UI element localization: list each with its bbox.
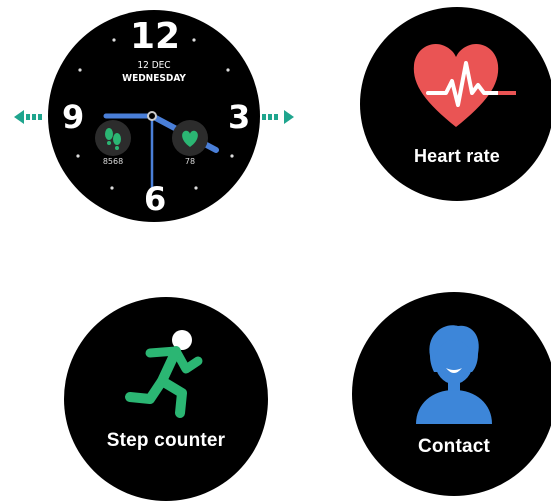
swipe-right-arrow-icon[interactable] bbox=[260, 109, 294, 125]
hour-6-label: 6 bbox=[144, 180, 167, 218]
hour-9-label: 9 bbox=[62, 98, 85, 136]
steps-value: 8568 bbox=[102, 157, 124, 166]
step-counter-label: Step counter bbox=[106, 430, 226, 451]
hour-12-label: 12 bbox=[130, 16, 181, 57]
swipe-left-arrow-icon[interactable] bbox=[14, 109, 48, 125]
hour-3-label: 3 bbox=[228, 98, 251, 136]
person-icon bbox=[416, 325, 492, 424]
heart-rate-label: Heart rate bbox=[413, 146, 501, 166]
watch-face[interactable]: 12 9 3 6 12 DEC WEDNESDAY 8568 78 bbox=[48, 10, 260, 222]
steps-complication[interactable] bbox=[95, 120, 131, 156]
heart-rate-screen[interactable]: Heart rate bbox=[360, 7, 551, 201]
heart-pulse-icon bbox=[413, 43, 516, 127]
weekday-label: WEDNESDAY bbox=[122, 73, 186, 84]
heart-value: 78 bbox=[184, 157, 196, 166]
heart-complication[interactable] bbox=[172, 120, 208, 156]
running-person-icon bbox=[125, 330, 203, 418]
contact-screen[interactable]: Contact bbox=[352, 292, 551, 496]
contact-label: Contact bbox=[417, 436, 491, 457]
heart-icon bbox=[182, 130, 198, 147]
step-counter-screen[interactable]: Step counter bbox=[64, 297, 268, 501]
date-label: 12 DEC bbox=[137, 60, 171, 71]
footprints-icon bbox=[105, 128, 121, 150]
